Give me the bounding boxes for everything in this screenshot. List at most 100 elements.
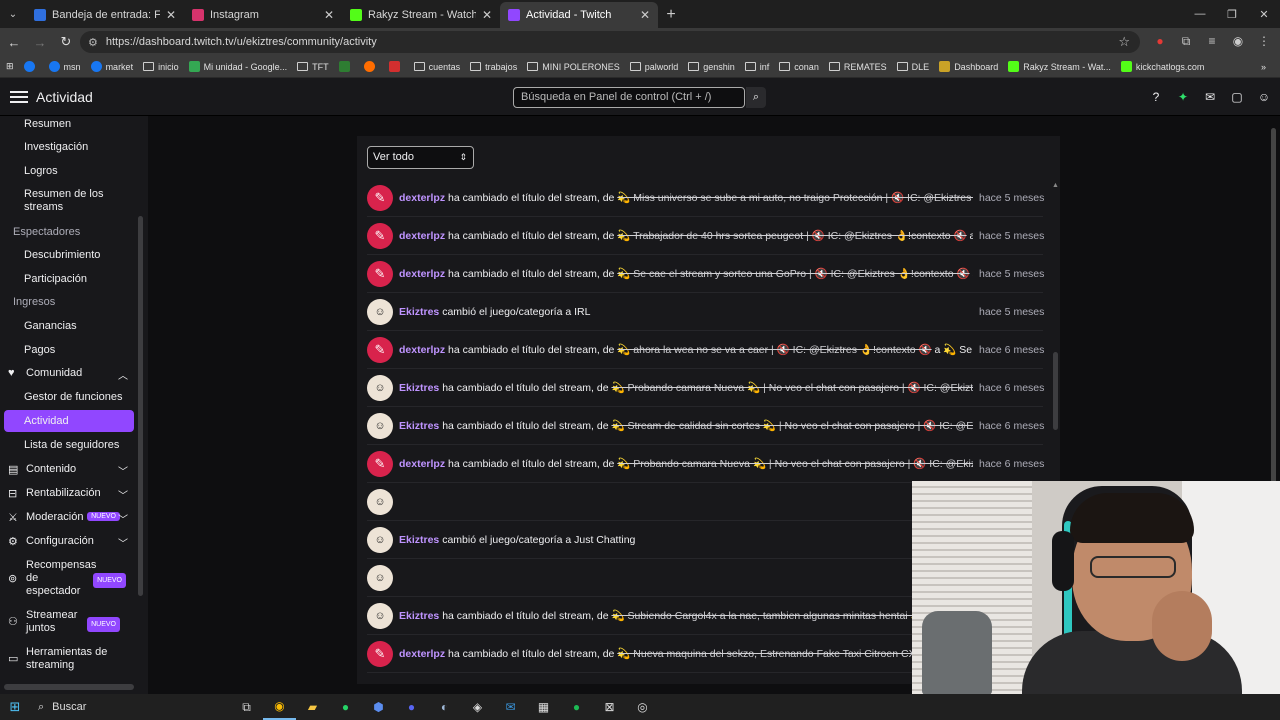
dexterlpz-avatar[interactable]: ✎ (367, 222, 393, 249)
reload-icon[interactable]: ↻ (54, 30, 78, 54)
activity-username[interactable]: Ekiztres (399, 534, 439, 546)
close-tab-icon[interactable]: ✕ (166, 8, 176, 22)
sidebar-group-contenido[interactable]: ▤ Contenido ﹀ (0, 463, 134, 478)
close-tab-icon[interactable]: ✕ (324, 8, 334, 22)
bookmark-genshin[interactable]: genshin (688, 62, 735, 72)
activity-username[interactable]: dexterlpz (399, 230, 445, 242)
close-window-icon[interactable]: ✕ (1248, 0, 1280, 28)
discord-icon[interactable]: ● (395, 694, 428, 720)
activity-username[interactable]: dexterlpz (399, 268, 445, 280)
dexterlpz-avatar[interactable]: ✎ (367, 260, 393, 287)
sidebar-item-streamear-juntos[interactable]: ⚇ Streamear juntos NUEVO (0, 609, 134, 635)
bookmark-mini-polerones[interactable]: MINI POLERONES (527, 62, 620, 72)
bookmark-palworld[interactable]: palworld (629, 62, 678, 72)
extension-red-icon[interactable]: ● (1152, 32, 1168, 50)
minimize-icon[interactable]: — (1184, 0, 1216, 28)
bookmark-kickchatlogs[interactable]: kickchatlogs.com (1120, 61, 1204, 72)
tab-kick[interactable]: Rakyz Stream - Watch Live on K ✕ (342, 2, 500, 28)
sidebar-item-logros[interactable]: Logros (0, 165, 134, 177)
whatsapp-icon[interactable]: ● (329, 694, 362, 720)
chrome-icon[interactable]: ◉ (263, 694, 296, 720)
dashboard-search-input[interactable]: Búsqueda en Panel de control (Ctrl + /) (513, 87, 745, 108)
inbox-icon[interactable]: ✉ (1202, 88, 1218, 106)
bookmark-star-icon[interactable]: ☆ (1118, 34, 1130, 50)
sidebar-item-descubrimiento[interactable]: Descubrimiento (0, 249, 134, 261)
activity-username[interactable]: Ekiztres (399, 306, 439, 318)
sidebar-horizontal-scrollbar[interactable] (4, 684, 134, 690)
feed-scrollbar[interactable] (1053, 352, 1058, 430)
dexterlpz-avatar[interactable]: ✎ (367, 640, 393, 667)
shield-app-icon[interactable]: ⬢ (362, 694, 395, 720)
ekiztres-avatar[interactable]: ☺ (367, 488, 393, 515)
ekiztres-avatar[interactable]: ☺ (367, 298, 393, 325)
bookmark-tft[interactable]: TFT (297, 62, 329, 72)
bookmark-red[interactable] (388, 61, 404, 72)
scroll-up-icon[interactable]: ▲ (1052, 182, 1059, 189)
close-tab-icon[interactable]: ✕ (640, 8, 650, 22)
bookmark-green[interactable] (338, 61, 354, 72)
bookmark-trabajos[interactable]: trabajos (470, 62, 517, 72)
sidebar-item-herramientas[interactable]: ▭ Herramientas de streaming (0, 646, 134, 672)
site-info-icon[interactable]: ⚙ (88, 36, 98, 49)
back-icon[interactable]: ← (2, 30, 26, 54)
sidebar-group-rentabilizacion[interactable]: ⊟ Rentabilización ﹀ (0, 487, 134, 502)
sidebar-item-actividad[interactable]: Actividad (4, 410, 134, 432)
ekiztres-avatar[interactable]: ☺ (367, 412, 393, 439)
windows-start-icon[interactable]: ⊞ (0, 694, 30, 720)
sidebar-item-resumen-streams[interactable]: Resumen de los streams (0, 188, 120, 214)
search-icon[interactable]: ⌕ (746, 87, 766, 108)
bookmark-inicio[interactable]: inicio (143, 62, 179, 72)
whispers-icon[interactable]: ▢ (1229, 88, 1245, 106)
bookmark-apps-icon[interactable]: ⊞ (6, 61, 14, 72)
bookmark-cuentas[interactable]: cuentas (413, 62, 460, 72)
bookmark-facebook[interactable] (23, 61, 39, 72)
tab-twitch-activity[interactable]: Actividad - Twitch ✕ (500, 2, 658, 28)
ekiztres-avatar[interactable]: ☺ (367, 526, 393, 553)
activity-username[interactable]: Ekiztres (399, 610, 439, 622)
sidebar-item-ganancias[interactable]: Ganancias (0, 320, 134, 332)
obs-icon[interactable]: ◎ (626, 694, 659, 720)
sidebar-scrollbar[interactable] (138, 216, 143, 596)
bookmark-drive[interactable]: Mi unidad - Google... (188, 61, 287, 72)
tab-gmail[interactable]: Bandeja de entrada: Franco Ro ✕ (26, 2, 184, 28)
activity-username[interactable]: Ekiztres (399, 382, 439, 394)
app-icon-2[interactable]: ⊠ (593, 694, 626, 720)
taskbar-search[interactable]: ⌕ Buscar (30, 694, 220, 720)
sidebar-item-recompensas[interactable]: ⊚ Recompensas de espectador NUEVO (0, 559, 134, 598)
restore-icon[interactable]: ❐ (1216, 0, 1248, 28)
bookmark-dle[interactable]: DLE (896, 62, 929, 72)
sidebar-item-resumen[interactable]: Resumen (0, 118, 134, 130)
ekiztres-avatar[interactable]: ☺ (367, 374, 393, 401)
sidebar-group-configuracion[interactable]: ⚙ Configuración ﹀ (0, 535, 134, 550)
bookmark-inf[interactable]: inf (744, 62, 769, 72)
address-bar[interactable]: ⚙ https://dashboard.twitch.tv/u/ekiztres… (80, 31, 1140, 53)
file-explorer-icon[interactable]: ▰ (296, 694, 329, 720)
close-tab-icon[interactable]: ✕ (482, 8, 492, 22)
bookmark-msn[interactable]: msn (48, 61, 81, 72)
dexterlpz-avatar[interactable]: ✎ (367, 336, 393, 363)
menu-icon[interactable] (10, 90, 28, 103)
extensions-icon[interactable]: ✦ (1175, 88, 1191, 106)
activity-filter-select[interactable]: Ver todo ⇕ (367, 146, 474, 169)
forward-icon[interactable]: → (28, 30, 52, 54)
app-icon[interactable]: ◈ (461, 694, 494, 720)
tab-search-icon[interactable]: ⌄ (0, 0, 26, 28)
new-tab-button[interactable]: + (658, 2, 684, 28)
bookmark-conan[interactable]: conan (779, 62, 819, 72)
task-view-icon[interactable]: ⧉ (230, 694, 263, 720)
activity-username[interactable]: dexterlpz (399, 648, 445, 660)
tab-instagram[interactable]: Instagram ✕ (184, 2, 342, 28)
sidebar-item-gestor-funciones[interactable]: Gestor de funciones (0, 391, 134, 403)
sidebar-item-pagos[interactable]: Pagos (0, 344, 134, 356)
browser-menu-icon[interactable]: ⋮ (1256, 32, 1272, 50)
activity-username[interactable]: Ekiztres (399, 420, 439, 432)
steam-icon[interactable]: ◐ (428, 694, 461, 720)
activity-username[interactable]: dexterlpz (399, 192, 445, 204)
media-control-icon[interactable]: ≡ (1204, 32, 1220, 50)
spotify-icon[interactable]: ● (560, 694, 593, 720)
user-avatar[interactable]: ☺ (1256, 88, 1272, 106)
sidebar-group-comunidad[interactable]: ♥ Comunidad ︿ (0, 367, 134, 382)
dexterlpz-avatar[interactable]: ✎ (367, 450, 393, 477)
bookmark-dashboard[interactable]: Dashboard (939, 61, 998, 72)
extensions-puzzle-icon[interactable]: ⧉ (1178, 32, 1194, 50)
